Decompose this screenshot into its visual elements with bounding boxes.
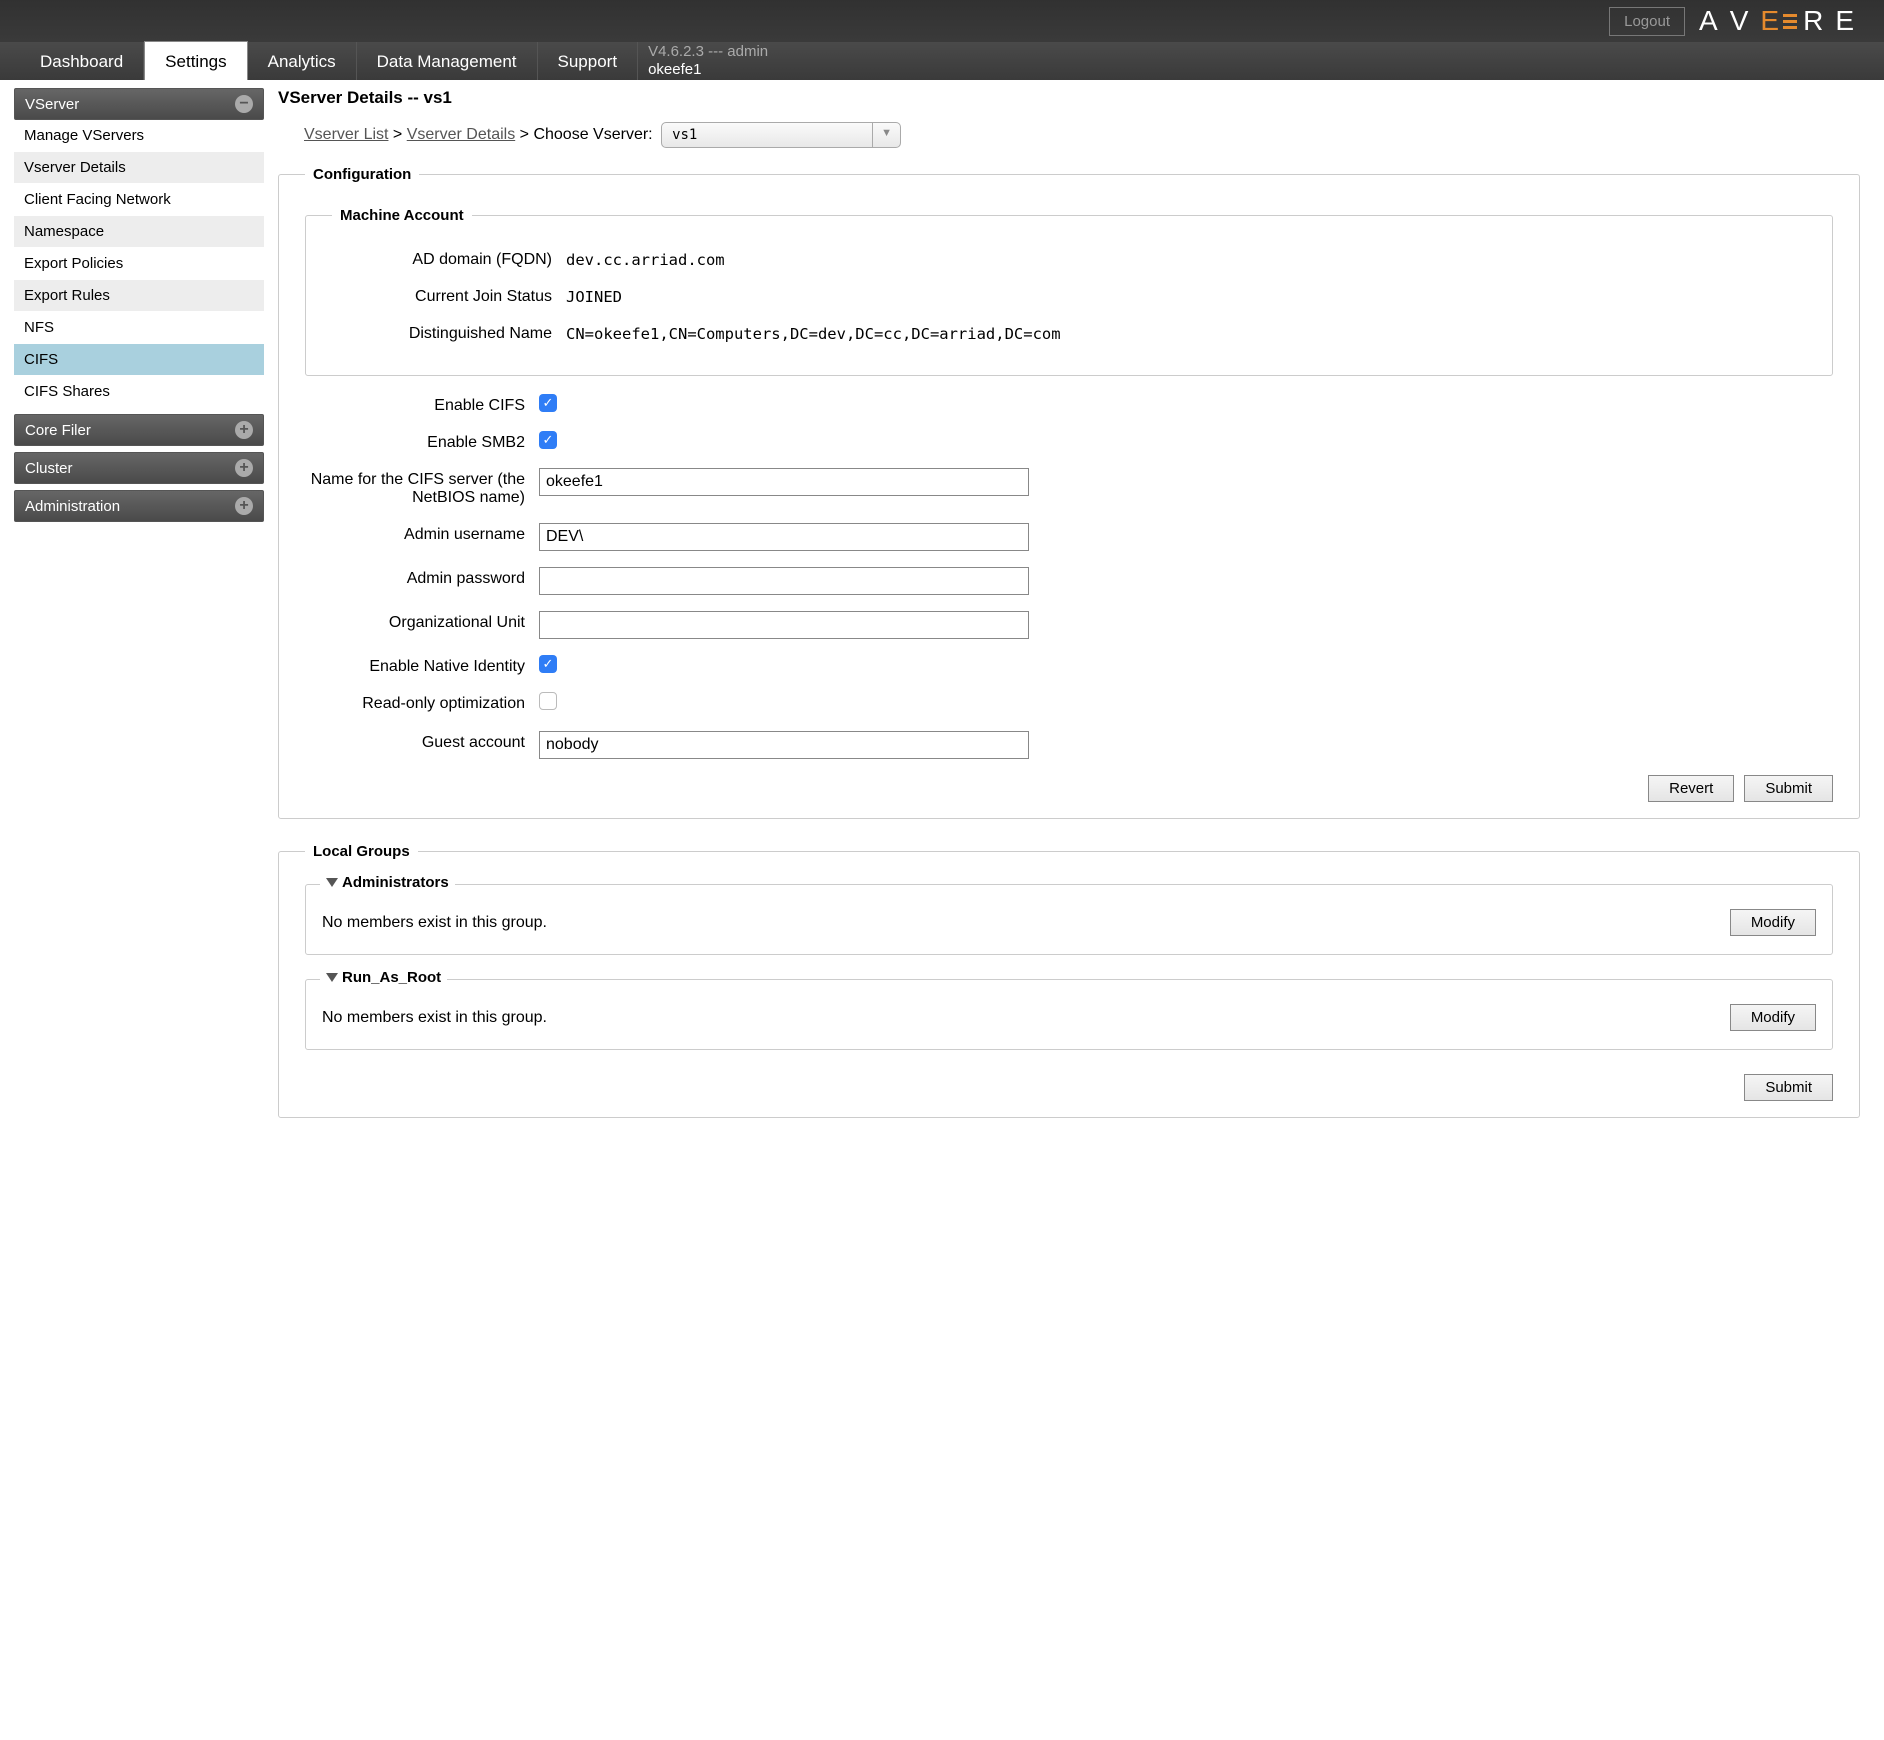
native-identity-label: Enable Native Identity — [305, 655, 525, 676]
ad-domain-label: AD domain (FQDN) — [332, 248, 552, 269]
revert-button[interactable]: Revert — [1648, 775, 1734, 802]
group-run-as-root: Run_As_Root No members exist in this gro… — [305, 979, 1833, 1050]
choose-vserver-label: Choose Vserver: — [533, 126, 652, 143]
configuration-fieldset: Configuration Machine Account AD domain … — [278, 166, 1860, 819]
tab-dashboard[interactable]: Dashboard — [20, 42, 144, 80]
sidebar-item-cifs[interactable]: CIFS — [14, 344, 264, 376]
logout-button[interactable]: Logout — [1609, 7, 1685, 36]
local-groups-submit-button[interactable]: Submit — [1744, 1074, 1833, 1101]
sidebar-item-client-facing-network[interactable]: Client Facing Network — [14, 184, 264, 216]
nav-info: V4.6.2.3 --- admin okeefe1 — [648, 43, 768, 79]
sidebar-item-manage-vservers[interactable]: Manage VServers — [14, 120, 264, 152]
brand-logo: A V E R E — [1699, 5, 1866, 37]
ou-input[interactable] — [539, 611, 1029, 639]
vserver-select-value: vs1 — [662, 123, 872, 147]
dropdown-arrow-icon: ▼ — [872, 123, 900, 147]
enable-cifs-checkbox[interactable]: ✓ — [539, 394, 557, 412]
dn-label: Distinguished Name — [332, 322, 552, 343]
vserver-select[interactable]: vs1 ▼ — [661, 122, 901, 148]
admin-pass-label: Admin password — [305, 567, 525, 588]
tab-analytics[interactable]: Analytics — [248, 42, 357, 80]
group-empty-msg: No members exist in this group. — [322, 914, 547, 932]
join-status-value: JOINED — [566, 285, 622, 306]
admin-user-input[interactable] — [539, 523, 1029, 551]
guest-input[interactable] — [539, 731, 1029, 759]
sidebar-section-vserver[interactable]: VServer − — [14, 88, 264, 120]
sidebar-item-cifs-shares[interactable]: CIFS Shares — [14, 376, 264, 408]
sidebar-section-core-filer[interactable]: Core Filer + — [14, 414, 264, 446]
sidebar-item-export-rules[interactable]: Export Rules — [14, 280, 264, 312]
breadcrumb: Vserver List > Vserver Details > Choose … — [304, 122, 1860, 148]
group-name: Administrators — [342, 874, 449, 891]
tab-data-management[interactable]: Data Management — [357, 42, 538, 80]
readonly-label: Read-only optimization — [305, 692, 525, 713]
breadcrumb-vserver-list[interactable]: Vserver List — [304, 126, 388, 143]
disclosure-triangle-icon[interactable] — [326, 973, 338, 982]
page-title: VServer Details -- vs1 — [278, 88, 1860, 108]
admin-user-label: Admin username — [305, 523, 525, 544]
admin-pass-input[interactable] — [539, 567, 1029, 595]
modify-button[interactable]: Modify — [1730, 1004, 1816, 1031]
collapse-icon: − — [235, 95, 253, 113]
group-administrators: Administrators No members exist in this … — [305, 884, 1833, 955]
sidebar-item-namespace[interactable]: Namespace — [14, 216, 264, 248]
guest-label: Guest account — [305, 731, 525, 752]
enable-smb2-label: Enable SMB2 — [305, 431, 525, 452]
tab-settings[interactable]: Settings — [144, 41, 247, 80]
breadcrumb-vserver-details[interactable]: Vserver Details — [407, 126, 515, 143]
sidebar-item-export-policies[interactable]: Export Policies — [14, 248, 264, 280]
expand-icon: + — [235, 421, 253, 439]
machine-account-fieldset: Machine Account AD domain (FQDN) dev.cc.… — [305, 207, 1833, 376]
native-identity-checkbox[interactable]: ✓ — [539, 655, 557, 673]
ad-domain-value: dev.cc.arriad.com — [566, 248, 725, 269]
group-name: Run_As_Root — [342, 969, 441, 986]
tab-support[interactable]: Support — [538, 42, 639, 80]
ou-label: Organizational Unit — [305, 611, 525, 632]
readonly-checkbox[interactable] — [539, 692, 557, 710]
version-text: V4.6.2.3 --- admin — [648, 43, 768, 61]
expand-icon: + — [235, 459, 253, 477]
machine-account-legend: Machine Account — [332, 207, 472, 224]
disclosure-triangle-icon[interactable] — [326, 878, 338, 887]
enable-smb2-checkbox[interactable]: ✓ — [539, 431, 557, 449]
dn-value: CN=okeefe1,CN=Computers,DC=dev,DC=cc,DC=… — [566, 322, 1061, 343]
sidebar-section-cluster[interactable]: Cluster + — [14, 452, 264, 484]
netbios-label: Name for the CIFS server (the NetBIOS na… — [305, 468, 525, 507]
join-status-label: Current Join Status — [332, 285, 552, 306]
local-groups-legend: Local Groups — [305, 843, 418, 860]
sidebar-section-administration[interactable]: Administration + — [14, 490, 264, 522]
sidebar-item-nfs[interactable]: NFS — [14, 312, 264, 344]
local-groups-fieldset: Local Groups Administrators No members e… — [278, 843, 1860, 1118]
netbios-input[interactable] — [539, 468, 1029, 496]
sidebar: VServer − Manage VServers Vserver Detail… — [14, 88, 264, 1142]
modify-button[interactable]: Modify — [1730, 909, 1816, 936]
sidebar-item-vserver-details[interactable]: Vserver Details — [14, 152, 264, 184]
user-text: okeefe1 — [648, 61, 768, 79]
group-empty-msg: No members exist in this group. — [322, 1009, 547, 1027]
configuration-legend: Configuration — [305, 166, 419, 183]
submit-button[interactable]: Submit — [1744, 775, 1833, 802]
expand-icon: + — [235, 497, 253, 515]
enable-cifs-label: Enable CIFS — [305, 394, 525, 415]
